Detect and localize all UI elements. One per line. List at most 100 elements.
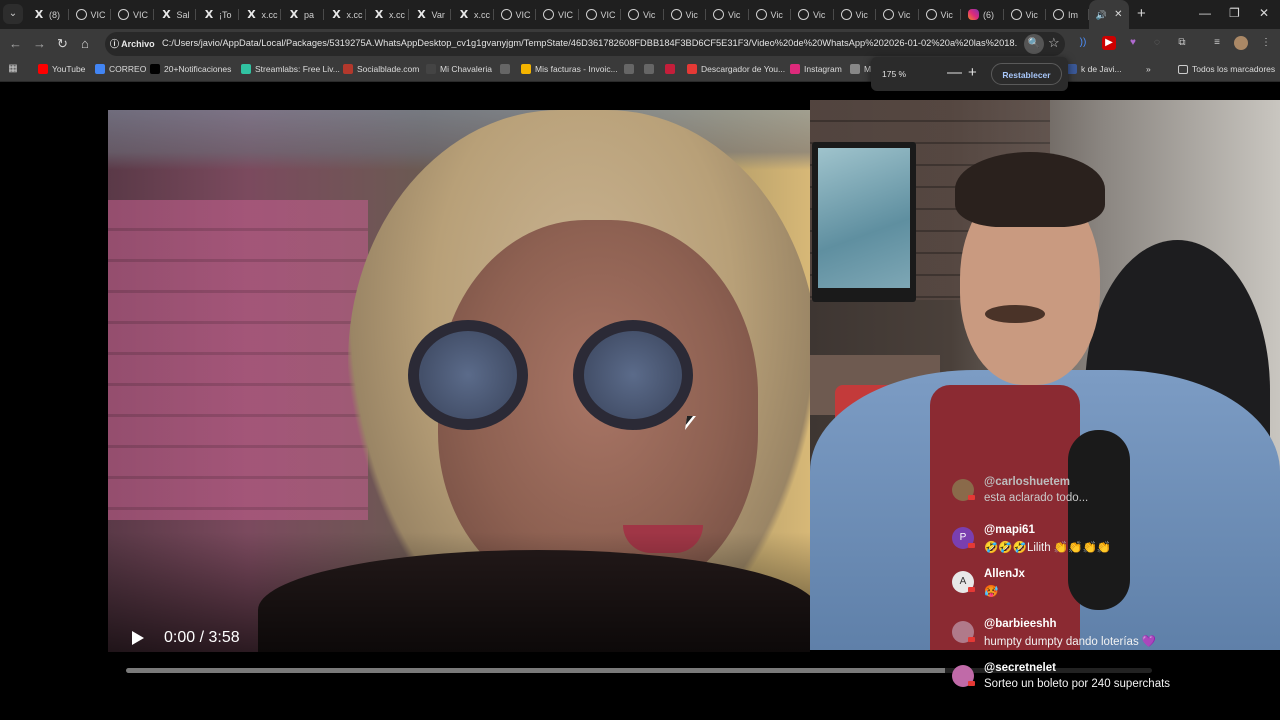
video-pink-wall: [108, 200, 368, 520]
bookmark-item-4[interactable]: Socialblade.com: [343, 64, 419, 74]
tab-title: Vic: [643, 9, 656, 20]
video-glasses-right: [573, 320, 693, 430]
reload-button[interactable]: ↻: [57, 36, 68, 52]
tab-17[interactable]: Vic: [749, 0, 792, 29]
tab-19[interactable]: Vic: [834, 0, 877, 29]
address-bar[interactable]: ⓘ Archivo C:/Users/javio/AppData/Local/P…: [105, 32, 1065, 56]
url-text[interactable]: C:/Users/javio/AppData/Local/Packages/53…: [162, 38, 1017, 48]
tab-title: x.cc: [474, 9, 491, 20]
youtube-badge-icon: [968, 681, 975, 686]
bookmark-item-9[interactable]: [644, 64, 658, 74]
restore-button[interactable]: ❐: [1229, 6, 1240, 20]
bookmark-item-10[interactable]: [665, 64, 679, 74]
tab-6[interactable]: Xpa: [281, 0, 324, 29]
tab-7[interactable]: Xx.cc: [324, 0, 367, 29]
tab-title: Vic: [770, 9, 783, 20]
new-tab-button[interactable]: +: [1137, 5, 1146, 22]
tab-title: Vic: [813, 9, 826, 20]
tab-2[interactable]: VIC: [111, 0, 154, 29]
tab-21[interactable]: Vic: [919, 0, 962, 29]
tab-16[interactable]: Vic: [706, 0, 749, 29]
time-display: 0:00 / 3:58: [164, 629, 240, 646]
tab-title: Im: [1068, 9, 1078, 20]
tab-menu-icon[interactable]: ≡: [1210, 36, 1224, 50]
webcam-person-hair: [955, 152, 1105, 227]
zoom-out-button[interactable]: —: [947, 64, 962, 81]
play-button[interactable]: [132, 631, 144, 645]
window-close-button[interactable]: ✕: [1259, 6, 1269, 20]
tab-9[interactable]: X Var: [409, 0, 452, 29]
x-logo-icon: X: [289, 7, 299, 21]
tab-11[interactable]: VIC: [494, 0, 537, 29]
x-logo-icon: X: [459, 7, 469, 21]
instagram-icon: [968, 9, 979, 20]
x-logo-icon: X: [332, 7, 341, 21]
minimize-button[interactable]: —: [1199, 6, 1211, 20]
tab-title: VIC: [558, 9, 574, 20]
zoom-popup: 175 % — + Restablecer: [871, 57, 1068, 91]
tab-15[interactable]: Vic: [664, 0, 707, 29]
bookmark-item-7[interactable]: Mis facturas - Invoic...: [521, 64, 618, 74]
tab-24[interactable]: Im: [1046, 0, 1089, 29]
video-frame[interactable]: [108, 110, 810, 652]
extension-audio-icon[interactable]: )): [1076, 36, 1090, 50]
bookmark-item-3[interactable]: Streamlabs: Free Liv...: [241, 64, 340, 74]
tab-3[interactable]: X Sal: [154, 0, 197, 29]
bookmark-item-5[interactable]: Mi Chavaleria: [426, 64, 492, 74]
bookmark-item-11[interactable]: Descargador de You...: [687, 64, 785, 74]
tab-10[interactable]: Xx.cc: [451, 0, 494, 29]
tab-18[interactable]: Vic: [791, 0, 834, 29]
webcam-monitor-screen: [818, 148, 910, 288]
tab-0[interactable]: X (8): [26, 0, 69, 29]
extension-heart-icon[interactable]: ♥: [1126, 36, 1140, 50]
bookmark-item-13[interactable]: M: [850, 64, 871, 74]
tab-22[interactable]: (6): [961, 0, 1004, 29]
bookmark-item-1[interactable]: CORREO: [95, 64, 146, 74]
zoom-reset-button[interactable]: Restablecer: [991, 63, 1062, 85]
bookmark-favicon-icon: [500, 64, 510, 74]
tab-23[interactable]: Vic: [1004, 0, 1047, 29]
tab-1[interactable]: VIC: [69, 0, 112, 29]
globe-icon: [840, 9, 852, 20]
bookmark-label: Mi Chavaleria: [440, 64, 492, 74]
tab-20[interactable]: Vic: [876, 0, 919, 29]
x-logo-icon: X: [417, 7, 426, 21]
home-button[interactable]: ⌂: [81, 36, 89, 51]
extension-grey-icon[interactable]: ◌: [1150, 36, 1164, 50]
tab-search-button[interactable]: ⌄: [3, 4, 23, 24]
back-button[interactable]: ←: [9, 36, 22, 51]
tab-13[interactable]: VIC: [579, 0, 622, 29]
tab-12[interactable]: VIC: [536, 0, 579, 29]
tab-8[interactable]: Xx.cc: [366, 0, 409, 29]
bookmark-item-12[interactable]: Instagram: [790, 64, 842, 74]
youtube-badge-icon: [968, 543, 975, 548]
tab-title: VIC: [600, 9, 616, 20]
globe-icon: [75, 9, 87, 20]
bookmarks-overflow-button[interactable]: »: [1146, 64, 1151, 74]
bookmark-item-2[interactable]: 20+Notificaciones: [150, 64, 231, 74]
tab-5[interactable]: Xx.cc: [239, 0, 282, 29]
bookmark-item-6[interactable]: [500, 64, 514, 74]
forward-button[interactable]: →: [33, 36, 46, 51]
more-menu-icon[interactable]: ⋮: [1259, 36, 1273, 50]
zoom-in-button[interactable]: +: [968, 64, 977, 81]
x-logo-icon: X: [204, 7, 214, 21]
active-tab[interactable]: 🔊 ✕: [1088, 0, 1129, 29]
tab-title: pa: [304, 9, 315, 20]
zoom-magnifier-icon[interactable]: 🔍: [1024, 34, 1044, 54]
bookmark-star-icon[interactable]: ☆: [1048, 35, 1060, 51]
bookmark-item-0[interactable]: YouTube: [38, 64, 85, 74]
chat-text: humpty dumpty dando loterías 💜: [984, 636, 1157, 648]
bookmark-item-8[interactable]: [624, 64, 638, 74]
tab-close-button[interactable]: ✕: [1114, 9, 1122, 20]
tab-strip: ⌄ X (8) VIC VIC X Sal X ¡To Xx.cc Xpa Xx.cc Xx.cc X V…: [0, 0, 1280, 29]
profile-avatar[interactable]: [1234, 36, 1248, 50]
bookmark-item-14[interactable]: k de Javi...: [1067, 64, 1122, 74]
extension-youtube-icon[interactable]: ▶: [1102, 36, 1116, 50]
extensions-puzzle-icon[interactable]: ⧉: [1175, 36, 1189, 50]
apps-grid-icon[interactable]: ▦: [8, 64, 22, 74]
all-bookmarks-button[interactable]: Todos los marcadores: [1178, 64, 1275, 74]
tab-4[interactable]: X ¡To: [196, 0, 239, 29]
site-info-chip[interactable]: ⓘ Archivo: [110, 37, 155, 50]
tab-14[interactable]: Vic: [621, 0, 664, 29]
